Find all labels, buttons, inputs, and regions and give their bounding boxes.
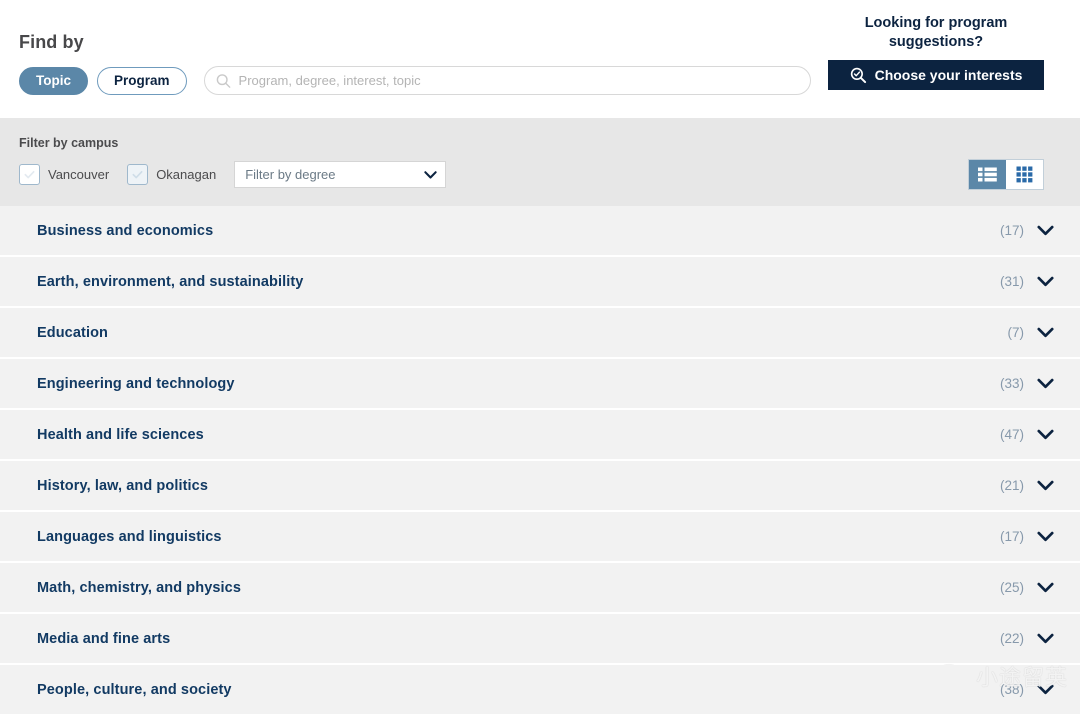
- check-icon: [24, 170, 35, 179]
- topic-row-meta: (21): [1000, 478, 1054, 493]
- topic-row-count: (33): [999, 376, 1024, 391]
- chevron-down-icon[interactable]: [1037, 429, 1054, 440]
- grid-view-button[interactable]: [1006, 160, 1043, 189]
- tab-topic[interactable]: Topic: [19, 66, 88, 95]
- filter-by-degree-select[interactable]: Filter by degree: [234, 161, 447, 188]
- topic-row[interactable]: Health and life sciences (47): [0, 410, 1080, 461]
- topic-row[interactable]: Engineering and technology (33): [0, 359, 1080, 410]
- topic-row-label: Languages and linguistics: [37, 528, 222, 545]
- topic-row-meta: (7): [1008, 325, 1055, 340]
- topic-row-label: Earth, environment, and sustainability: [37, 273, 304, 290]
- list-view-icon: [978, 167, 997, 182]
- topic-list: Business and economics (17) Earth, environ…: [0, 206, 1080, 716]
- chevron-down-icon[interactable]: [1037, 633, 1054, 644]
- search-check-icon: [850, 67, 866, 83]
- topic-row-label: Engineering and technology: [37, 375, 235, 392]
- topic-row[interactable]: Media and fine arts (22): [0, 614, 1080, 665]
- topic-row-count: (17): [999, 223, 1024, 238]
- header-bar: Find by Topic Program Looking for progra…: [0, 0, 1080, 118]
- topic-row-label: Education: [37, 324, 108, 341]
- topic-row[interactable]: Education (7): [0, 308, 1080, 359]
- topic-row-count: (21): [999, 478, 1024, 493]
- tab-topic-label: Topic: [36, 73, 71, 88]
- chevron-down-icon[interactable]: [1037, 327, 1054, 338]
- topic-row-meta: (22): [1000, 631, 1054, 646]
- topic-row-count: (38): [999, 682, 1024, 697]
- list-view-button[interactable]: [969, 160, 1006, 189]
- topic-row-label: Health and life sciences: [37, 426, 204, 443]
- topic-row-label: Business and economics: [37, 222, 214, 239]
- checkbox-okanagan-box[interactable]: [127, 164, 149, 185]
- topic-row[interactable]: History, law, and politics (21): [0, 461, 1080, 512]
- checkbox-vancouver[interactable]: Vancouver: [19, 164, 109, 185]
- filter-bar: Filter by campus Vancouver Okanagan Filt…: [0, 118, 1080, 206]
- topic-row-count: (25): [999, 580, 1024, 595]
- tab-program[interactable]: Program: [97, 66, 187, 95]
- tab-program-label: Program: [114, 73, 170, 88]
- choose-your-interests-button[interactable]: Choose your interests: [828, 60, 1044, 91]
- topic-row[interactable]: Earth, environment, and sustainability (3…: [0, 257, 1080, 308]
- topic-row-count: (47): [999, 427, 1024, 442]
- topic-row[interactable]: People, culture, and society (38): [0, 665, 1080, 716]
- topic-row-count: (22): [999, 631, 1024, 646]
- view-toggle-group: [968, 159, 1044, 190]
- check-icon: [132, 170, 143, 179]
- topic-row-meta: (38): [1000, 682, 1054, 697]
- search-row: Topic Program: [19, 66, 811, 95]
- topic-row-meta: (17): [1000, 529, 1054, 544]
- topic-row-meta: (25): [1000, 580, 1054, 595]
- checkbox-okanagan[interactable]: Okanagan: [127, 164, 216, 185]
- topic-row[interactable]: Languages and linguistics (17): [0, 512, 1080, 563]
- grid-view-icon: [1016, 166, 1033, 183]
- filter-controls: Vancouver Okanagan Filter by degree: [19, 161, 447, 188]
- checkbox-vancouver-label: Vancouver: [48, 167, 110, 182]
- checkbox-vancouver-box[interactable]: [19, 164, 40, 185]
- topic-row-count: (31): [999, 274, 1024, 289]
- topic-row-meta: (17): [1000, 223, 1054, 238]
- topic-row[interactable]: Math, chemistry, and physics (25): [0, 563, 1080, 614]
- program-finder-page: Find by Topic Program Looking for progra…: [0, 0, 1080, 724]
- degree-select-wrapper: Filter by degree: [234, 161, 447, 188]
- topic-row-meta: (33): [1000, 376, 1054, 391]
- chevron-down-icon[interactable]: [1037, 276, 1054, 287]
- checkbox-okanagan-label: Okanagan: [156, 167, 217, 182]
- topic-row-meta: (31): [1000, 274, 1054, 289]
- search-field-wrapper: [203, 66, 811, 95]
- page-title: Find by: [19, 32, 84, 52]
- chevron-down-icon[interactable]: [1037, 480, 1054, 491]
- topic-row-meta: (47): [1000, 427, 1054, 442]
- topic-row-label: Math, chemistry, and physics: [37, 579, 241, 596]
- search-input[interactable]: [203, 66, 811, 95]
- suggestions-title: Looking for program suggestions?: [864, 15, 1008, 51]
- topic-row-label: Media and fine arts: [37, 630, 171, 647]
- chevron-down-icon[interactable]: [1037, 582, 1054, 593]
- chevron-down-icon[interactable]: [1037, 225, 1054, 236]
- topic-row-label: People, culture, and society: [37, 681, 232, 698]
- topic-row[interactable]: Business and economics (17): [0, 206, 1080, 257]
- topic-row-count: (17): [999, 529, 1024, 544]
- filter-by-campus-label: Filter by campus: [19, 136, 119, 150]
- choose-your-interests-label: Choose your interests: [874, 67, 1023, 84]
- suggestions-block: Looking for program suggestions? Choose …: [828, 14, 1044, 91]
- chevron-down-icon[interactable]: [1037, 531, 1054, 542]
- topic-row-count: (7): [1007, 325, 1025, 340]
- chevron-down-icon[interactable]: [1037, 378, 1054, 389]
- chevron-down-icon[interactable]: [1037, 684, 1054, 695]
- topic-row-label: History, law, and politics: [37, 477, 208, 494]
